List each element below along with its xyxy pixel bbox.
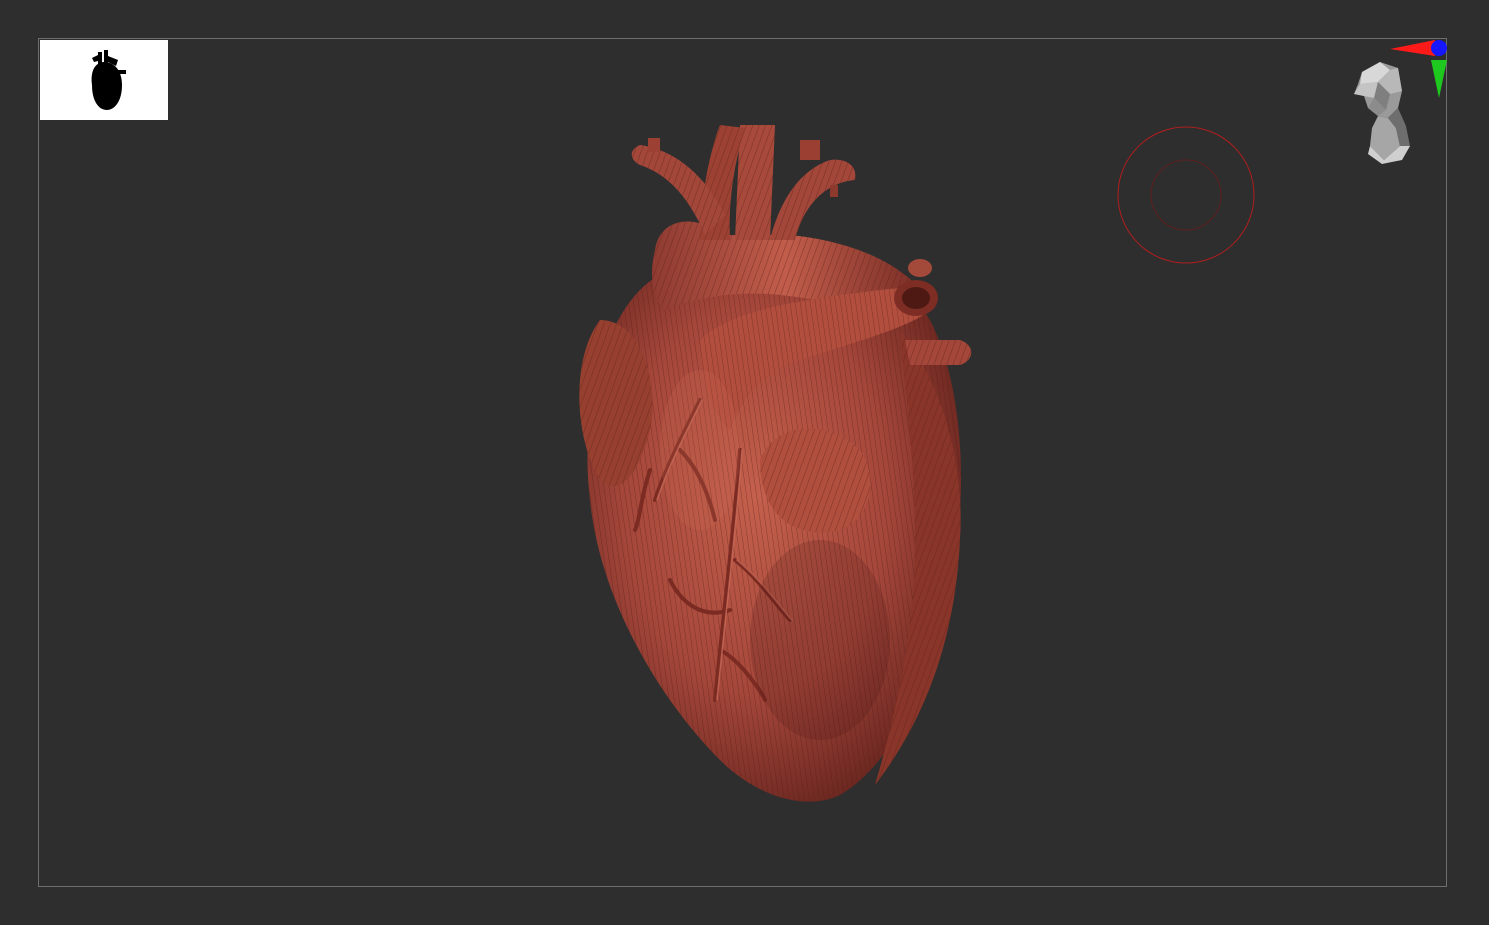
heart-silhouette-icon [91,50,126,110]
heart-3d-model[interactable] [579,125,972,802]
head-orientation-icon[interactable] [1354,62,1410,164]
zbrush-viewport[interactable] [0,0,1489,925]
x-axis-arrow[interactable] [1390,40,1435,56]
thumbnail-preview[interactable] [40,40,168,120]
z-axis-dot[interactable] [1431,40,1447,56]
brush-radius-circle [1117,126,1255,264]
viewport-canvas[interactable] [0,0,1489,925]
y-axis-arrow[interactable] [1431,60,1447,98]
navigation-gizmo[interactable] [1340,36,1452,166]
